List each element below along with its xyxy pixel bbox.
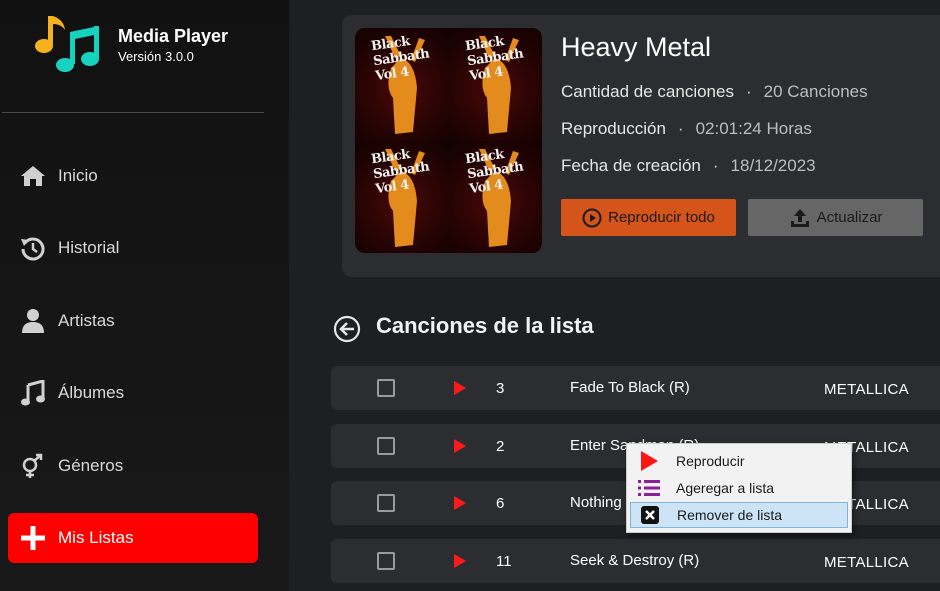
context-menu-label: Ageregar a lista — [676, 480, 775, 496]
sidebar-item-label: Géneros — [58, 456, 124, 475]
cover-tile: Black Sabbath Vol 4 — [448, 140, 542, 253]
cover-text: Black Sabbath Vol 4 — [370, 146, 431, 197]
song-title: Fade To Black (R) — [570, 379, 690, 396]
history-icon — [8, 223, 58, 273]
cover-tile: Black Sabbath Vol 4 — [448, 28, 542, 141]
context-menu-label: Remover de lista — [677, 507, 783, 523]
play-icon[interactable] — [453, 495, 467, 511]
play-all-label: Reproducir todo — [608, 209, 715, 226]
song-count-label: Cantidad de canciones — [561, 82, 734, 101]
context-menu-label: Reproducir — [676, 453, 745, 469]
playlist-header-card: Black Sabbath Vol 4 Black Sabbath Vol 4 … — [342, 15, 940, 277]
song-artist: METALLICA — [824, 554, 909, 571]
duration-value: 02:01:24 Horas — [695, 119, 812, 138]
table-row[interactable]: 11 Seek & Destroy (R) METALLICA — [331, 539, 940, 583]
row-checkbox[interactable] — [377, 379, 395, 397]
sidebar-item-mis-listas[interactable]: Mis Listas — [8, 513, 258, 563]
song-number: 6 — [496, 495, 505, 512]
song-artist: METALLICA — [824, 381, 909, 398]
playlist-cover: Black Sabbath Vol 4 Black Sabbath Vol 4 … — [355, 28, 542, 253]
created-value: 18/12/2023 — [730, 156, 816, 175]
app-logo-icon — [35, 16, 99, 72]
context-menu: Reproducir Ageregar a lista Remover de l… — [626, 443, 852, 533]
play-icon[interactable] — [453, 553, 467, 569]
separator: · — [745, 82, 752, 101]
update-button[interactable]: Actualizar — [748, 199, 923, 236]
sidebar-item-label: Mis Listas — [58, 528, 134, 547]
duration-row: Reproducción · 02:01:24 Horas — [561, 119, 812, 139]
cover-tile: Black Sabbath Vol 4 — [355, 140, 449, 253]
play-all-button[interactable]: Reproducir todo — [561, 199, 736, 236]
playlist-title: Heavy Metal — [561, 32, 712, 62]
created-row: Fecha de creación · 18/12/2023 — [561, 156, 816, 176]
gender-icon — [8, 441, 58, 491]
song-count-row: Cantidad de canciones · 20 Canciones — [561, 82, 868, 102]
row-checkbox[interactable] — [377, 552, 395, 570]
sidebar-item-artistas[interactable]: Artistas — [8, 296, 258, 346]
section-title: Canciones de la lista — [376, 313, 594, 338]
duration-label: Reproducción — [561, 119, 666, 138]
context-menu-item-remove-from-list[interactable]: Remover de lista — [630, 502, 848, 528]
song-number: 11 — [496, 553, 512, 570]
song-count-value: 20 Canciones — [763, 82, 868, 101]
back-arrow-icon[interactable] — [333, 315, 361, 343]
home-icon — [8, 151, 58, 201]
separator: · — [712, 156, 719, 175]
remove-icon — [631, 505, 669, 525]
play-icon — [630, 450, 668, 472]
sidebar-divider — [2, 112, 264, 113]
sidebar: Media Player Versión 3.0.0 Inicio Histor… — [0, 0, 289, 591]
sidebar-item-historial[interactable]: Historial — [8, 223, 258, 273]
sidebar-item-albumes[interactable]: Álbumes — [8, 368, 258, 418]
update-label: Actualizar — [816, 209, 883, 226]
song-number: 3 — [496, 380, 505, 397]
cover-tile: Black Sabbath Vol 4 — [355, 28, 449, 141]
sidebar-item-label: Historial — [58, 238, 120, 257]
user-icon — [8, 296, 58, 346]
table-row[interactable]: 3 Fade To Black (R) METALLICA — [331, 366, 940, 410]
sidebar-item-generos[interactable]: Géneros — [8, 441, 258, 491]
app-version: Versión 3.0.0 — [118, 49, 194, 64]
upload-icon — [790, 208, 809, 227]
row-checkbox[interactable] — [377, 437, 395, 455]
row-checkbox[interactable] — [377, 494, 395, 512]
list-icon — [630, 479, 668, 497]
sidebar-item-label: Inicio — [58, 166, 98, 185]
sidebar-item-label: Álbumes — [58, 383, 125, 402]
separator: · — [677, 119, 684, 138]
sidebar-item-inicio[interactable]: Inicio — [8, 151, 258, 201]
song-number: 2 — [496, 438, 505, 455]
sidebar-item-label: Artistas — [58, 311, 115, 330]
context-menu-item-play[interactable]: Reproducir — [630, 448, 848, 474]
plus-icon — [8, 513, 58, 563]
app-title: Media Player — [118, 26, 229, 46]
context-menu-item-add-to-list[interactable]: Ageregar a lista — [630, 475, 848, 501]
song-title: Seek & Destroy (R) — [570, 552, 700, 569]
music-note-icon — [8, 368, 58, 418]
play-icon[interactable] — [453, 438, 467, 454]
play-icon[interactable] — [453, 380, 467, 396]
play-circle-icon — [582, 208, 602, 227]
created-label: Fecha de creación — [561, 156, 701, 175]
